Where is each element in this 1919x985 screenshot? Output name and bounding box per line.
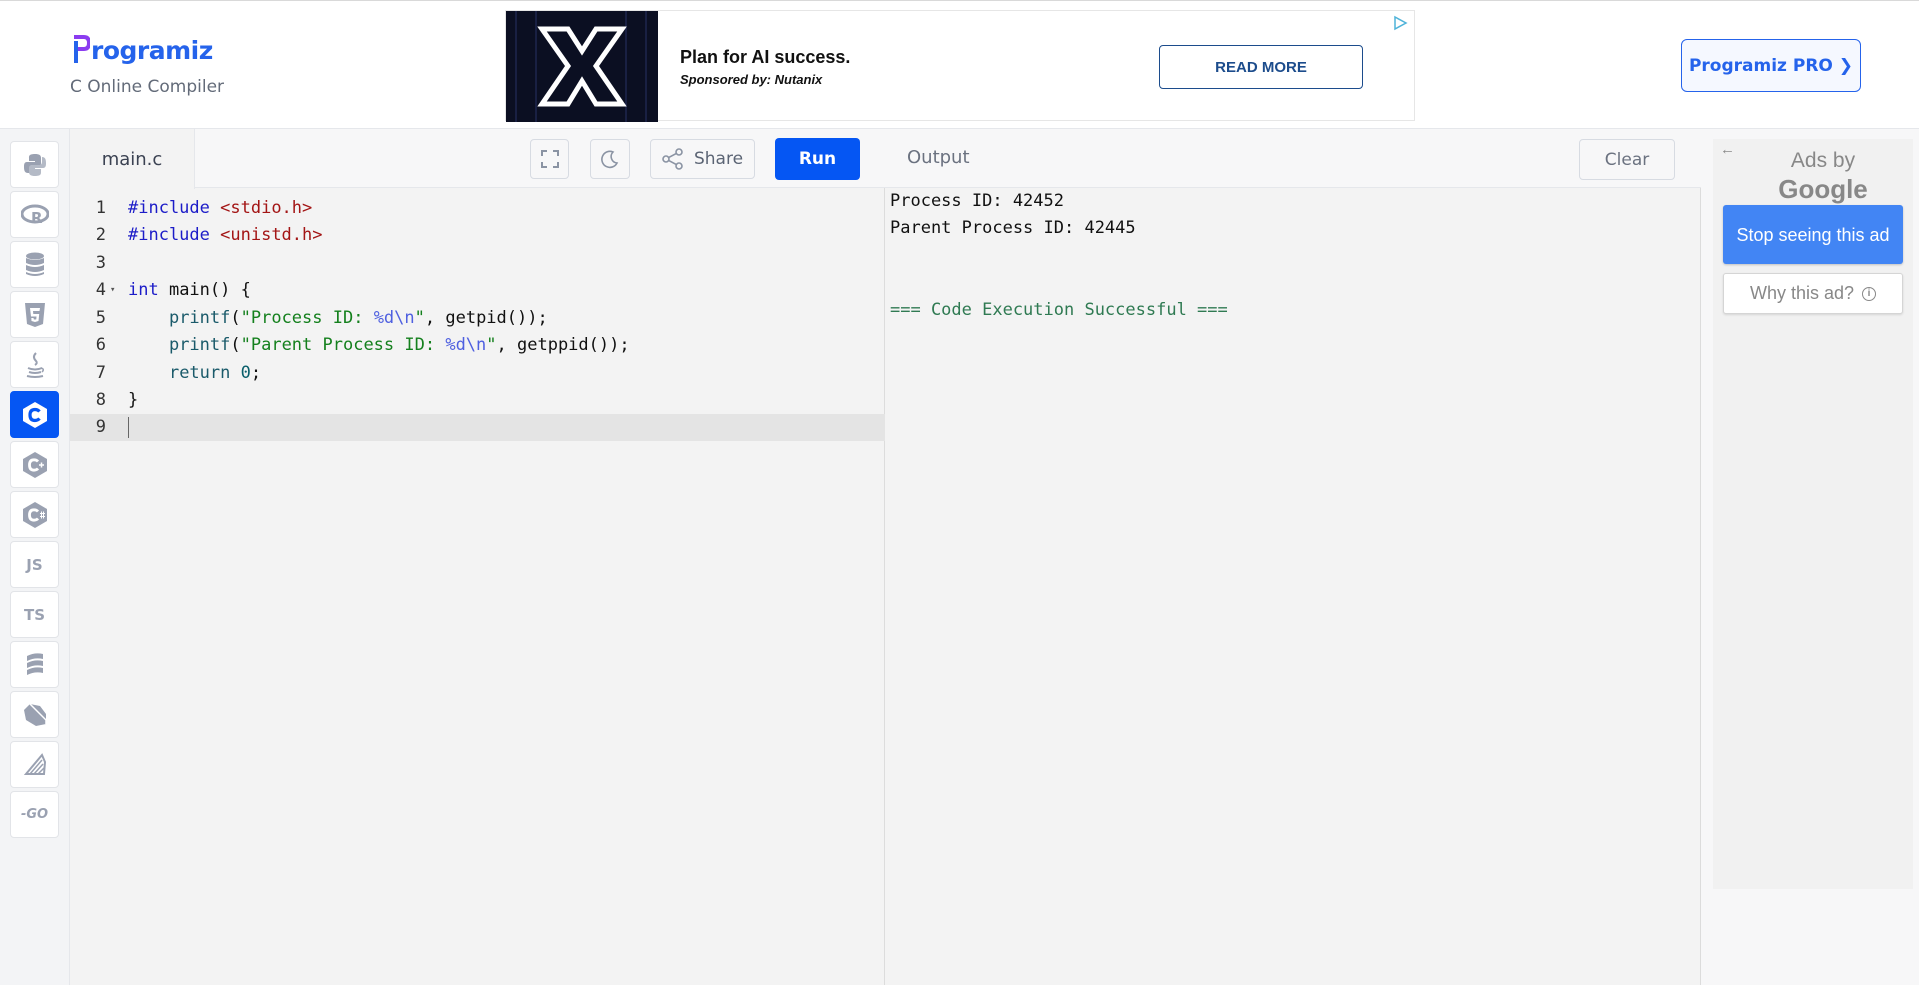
language-sidebar: R JS TS -GO [0,129,70,985]
logo-mark-icon [74,35,90,63]
go-icon[interactable]: -GO [10,791,59,838]
programiz-logo[interactable]: rogramiz [72,35,213,65]
dart-icon[interactable] [10,691,59,738]
js-icon[interactable]: JS [10,541,59,588]
code-line: 8 } [70,387,885,414]
line-number: 6 [95,335,106,355]
editor-toolbar: main.c Share Run [70,129,885,189]
database-icon[interactable] [10,241,59,288]
code-editor-panel: main.c Share Run 1 #include <stdio.h> 2 … [70,129,885,985]
fullscreen-icon [540,150,559,168]
java-icon[interactable] [10,341,59,388]
rust-icon[interactable] [10,741,59,788]
share-label: Share [693,149,744,169]
line-number: 4 [95,280,106,300]
output-line: Process ID: 42452 [890,191,1064,211]
output-title: Output [907,147,970,168]
svg-text:R: R [31,209,43,226]
ad-x-graphic-icon [506,11,658,122]
run-button[interactable]: Run [775,138,860,180]
why-this-ad-button[interactable]: Why this ad? i [1723,273,1903,314]
why-this-ad-label: Why this ad? [1749,283,1855,303]
output-toolbar: Output Clear [885,129,1701,188]
csharp-icon[interactable] [10,491,59,538]
logo-text: rogramiz [91,35,213,65]
stop-seeing-ad-button[interactable]: Stop seeing this ad [1723,205,1903,264]
cpp-icon[interactable] [10,441,59,488]
fullscreen-button[interactable] [530,139,569,179]
side-ad-column: ← Ads by Google Stop seeing this ad Why … [1701,129,1919,985]
scala-icon[interactable] [10,641,59,688]
line-number: 9 [95,417,106,437]
line-number: 8 [95,390,106,410]
python-icon[interactable] [10,141,59,188]
code-line-active: 9 [70,414,885,441]
file-tab-main-c[interactable]: main.c [70,129,195,189]
ad-image [506,11,658,122]
share-icon [662,148,683,170]
code-area[interactable]: 1 #include <stdio.h> 2 #include <unistd.… [70,188,885,985]
c-icon[interactable] [10,391,59,438]
code-line: 5 printf("Process ID: %d\n", getpid()); [70,305,885,332]
text-cursor [128,417,129,438]
output-line: Parent Process ID: 42445 [890,218,1136,238]
code-line: 6 printf("Parent Process ID: %d\n", getp… [70,332,885,359]
execution-status: === Code Execution Successful === [890,300,1228,320]
ad-title: Plan for AI success. [680,47,851,67]
ad-banner[interactable]: Plan for AI success. Sponsored by: Nutan… [505,10,1415,122]
code-line: 2 #include <unistd.h> [70,222,885,249]
ad-sponsor: Sponsored by: Nutanix [680,72,823,87]
html5-icon[interactable] [10,291,59,338]
google-ad-panel: ← Ads by Google Stop seeing this ad Why … [1713,139,1913,889]
code-line: 4 ▾ int main() { [70,277,885,304]
line-number: 7 [95,363,106,383]
programiz-pro-button[interactable]: Programiz PRO ❯ [1681,39,1861,92]
info-icon: i [1862,286,1877,301]
back-arrow-icon[interactable]: ← [1720,141,1735,158]
line-number: 5 [95,308,106,328]
line-number: 2 [95,225,106,245]
top-header: rogramiz C Online Compiler Plan for AI s… [0,0,1919,129]
page-subtitle: C Online Compiler [70,77,225,97]
ts-icon[interactable]: TS [10,591,59,638]
google-label: Google [1778,174,1868,204]
fold-arrow-icon[interactable]: ▾ [110,277,115,304]
code-line: 3 [70,250,885,277]
code-line: 7 return 0; [70,360,885,387]
clear-button[interactable]: Clear [1579,139,1675,180]
output-panel: Output Clear Process ID: 42452 Parent Pr… [885,129,1701,985]
read-more-button[interactable]: READ MORE [1159,45,1363,89]
adchoices-icon[interactable] [1392,15,1408,31]
line-number: 3 [95,253,106,273]
line-number: 1 [95,198,106,218]
r-icon[interactable]: R [10,191,59,238]
code-line: 1 #include <stdio.h> [70,195,885,222]
moon-icon [601,150,619,169]
dark-mode-button[interactable] [590,139,630,179]
ads-by-label: Ads by [1790,149,1856,172]
share-button[interactable]: Share [650,139,755,179]
